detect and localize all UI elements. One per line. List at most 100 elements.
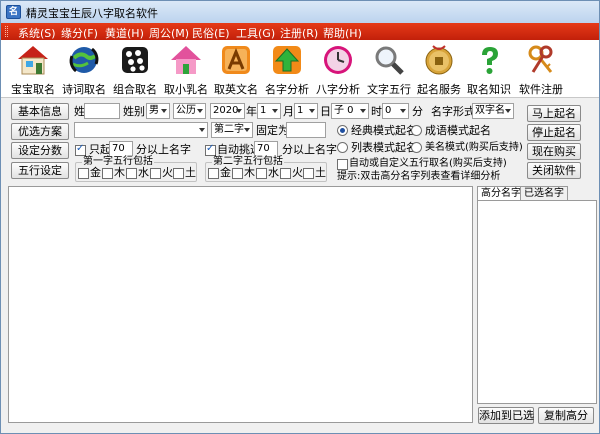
gender-select[interactable]: 男 [146, 103, 170, 119]
mode-list-label: 列表模式起名 [351, 141, 417, 154]
close-software-button[interactable]: 关闭软件 [527, 162, 581, 179]
arrow-up-icon [273, 46, 301, 74]
calendar-select[interactable]: 公历 [173, 103, 206, 119]
day-value: 1 [297, 105, 304, 116]
wuxing-setting-button[interactable]: 五行设定 [11, 162, 69, 179]
mode-beauty-radio[interactable] [411, 142, 422, 153]
hour-label: 时 [371, 105, 382, 118]
second-metal-checkbox[interactable] [208, 168, 219, 179]
menu-auspicious-day[interactable]: 黄道(H) [105, 25, 144, 41]
window-title: 精灵宝宝生辰八字取名软件 [26, 7, 158, 20]
first-wood-checkbox[interactable] [102, 168, 113, 179]
set-score-button[interactable]: 设定分数 [11, 142, 69, 159]
year-select[interactable]: 2020 [210, 103, 245, 119]
globe-refresh-icon [69, 47, 99, 73]
toolbar: 宝宝取名 诗词取名 组合取名 取小乳名 取英文名 名字分析 八字分析 文字五行 … [1, 40, 599, 98]
second-water-checkbox[interactable] [256, 168, 267, 179]
house-icon [18, 46, 48, 75]
hour-select[interactable]: 子 0 [331, 103, 369, 119]
tab-selected-names[interactable]: 已选名字 [520, 186, 568, 200]
minute-label: 分 [412, 105, 423, 118]
second-fire-label: 火 [292, 166, 303, 179]
hour-value: 子 0 [334, 105, 354, 116]
surname-input[interactable] [84, 103, 120, 119]
second-fire-checkbox[interactable] [280, 168, 291, 179]
menu-help[interactable]: 帮助(H) [323, 25, 362, 41]
first-water-checkbox[interactable] [126, 168, 137, 179]
fixed-label: 固定为 [256, 124, 289, 137]
month-select[interactable]: 1 [257, 103, 281, 119]
month-value: 1 [260, 105, 267, 116]
high-score-list[interactable] [477, 200, 597, 404]
coin-icon [425, 45, 453, 75]
first-fire-label: 火 [162, 166, 173, 179]
auto-pick-checkbox[interactable] [205, 143, 216, 156]
stop-naming-button[interactable]: 停止起名 [527, 124, 581, 141]
fixed-position-select[interactable]: 第二字 [211, 122, 253, 138]
second-earth-checkbox[interactable] [303, 168, 314, 179]
basic-info-button[interactable]: 基本信息 [11, 103, 69, 120]
minute-select[interactable]: 0 [382, 103, 409, 119]
menu-grip [5, 26, 8, 37]
mode-classic-radio[interactable] [337, 125, 348, 136]
preferred-plan-button[interactable]: 优选方案 [11, 123, 69, 140]
buy-now-button[interactable]: 现在购买 [527, 143, 581, 160]
app-window: 名 精灵宝宝生辰八字取名软件 系统(S) 缘分(F) 黄道(H) 周公(M) 民… [0, 0, 600, 434]
second-water-label: 水 [268, 166, 279, 179]
first-char-wuxing-group: 第一字五行包括 金 木 水 火 土 [75, 156, 197, 182]
menu-fate[interactable]: 缘分(F) [61, 25, 98, 41]
mode-beauty-label: 美名模式(购买后支持) [425, 142, 523, 153]
blackberry-icon [122, 47, 148, 73]
name-format-label: 名字形式 [431, 105, 475, 118]
add-to-selected-button[interactable]: 添加到已选 [478, 407, 534, 424]
year-value: 2020 [213, 105, 239, 116]
name-format-select[interactable]: 双字名 [472, 103, 514, 119]
mode-idiom-label: 成语模式起名 [425, 124, 491, 137]
clock-icon [324, 46, 352, 74]
auto-score-input[interactable]: 70 [254, 141, 278, 157]
only-score-input[interactable]: 70 [109, 141, 133, 157]
results-list[interactable] [8, 186, 473, 423]
app-icon: 名 [6, 5, 21, 19]
plan-select[interactable] [74, 122, 208, 138]
menu-register[interactable]: 注册(R) [280, 25, 318, 41]
first-water-label: 水 [138, 166, 149, 179]
second-wood-checkbox[interactable] [232, 168, 243, 179]
only-score-checkbox[interactable] [75, 143, 86, 156]
toolbar-label: 软件注册 [519, 83, 563, 96]
month-label: 月 [283, 105, 294, 118]
day-label: 日 [320, 105, 331, 118]
question-icon [482, 47, 498, 74]
gender-label: 姓别 [123, 105, 145, 118]
magnifier-icon [375, 46, 404, 75]
pink-house-icon [171, 46, 201, 74]
name-tabs: 高分名字 已选名字 [476, 186, 597, 200]
toolbar-software-register-button[interactable]: 软件注册 [514, 44, 568, 96]
day-select[interactable]: 1 [294, 103, 318, 119]
only-suffix: 分以上名字 [136, 143, 191, 156]
first-wood-label: 木 [114, 166, 125, 179]
first-earth-label: 土 [185, 166, 196, 179]
start-naming-button[interactable]: 马上起名 [527, 105, 581, 122]
minute-value: 0 [385, 105, 392, 116]
mode-idiom-radio[interactable] [411, 125, 422, 136]
hint-text: 提示:双击高分名字列表查看详细分析 [337, 171, 501, 182]
only-label: 只起 [89, 143, 111, 156]
menu-tools[interactable]: 工具(G) [236, 25, 275, 41]
fixed-position-value: 第二字 [214, 124, 244, 135]
calendar-value: 公历 [176, 105, 196, 116]
menu-dream[interactable]: 周公(M) [149, 25, 189, 41]
second-earth-label: 土 [315, 166, 326, 179]
first-fire-checkbox[interactable] [150, 168, 161, 179]
first-earth-checkbox[interactable] [173, 168, 184, 179]
menu-system[interactable]: 系统(S) [18, 25, 56, 41]
first-metal-checkbox[interactable] [78, 168, 89, 179]
mode-list-radio[interactable] [337, 142, 348, 153]
title-bar: 名 精灵宝宝生辰八字取名软件 [1, 1, 599, 23]
fixed-char-input[interactable] [286, 122, 326, 138]
menu-folk[interactable]: 民俗(E) [192, 25, 230, 41]
copy-high-score-button[interactable]: 复制高分 [538, 407, 594, 424]
tab-high-score-names[interactable]: 高分名字 [477, 186, 525, 200]
second-wood-label: 木 [244, 166, 255, 179]
gender-value: 男 [149, 105, 159, 116]
